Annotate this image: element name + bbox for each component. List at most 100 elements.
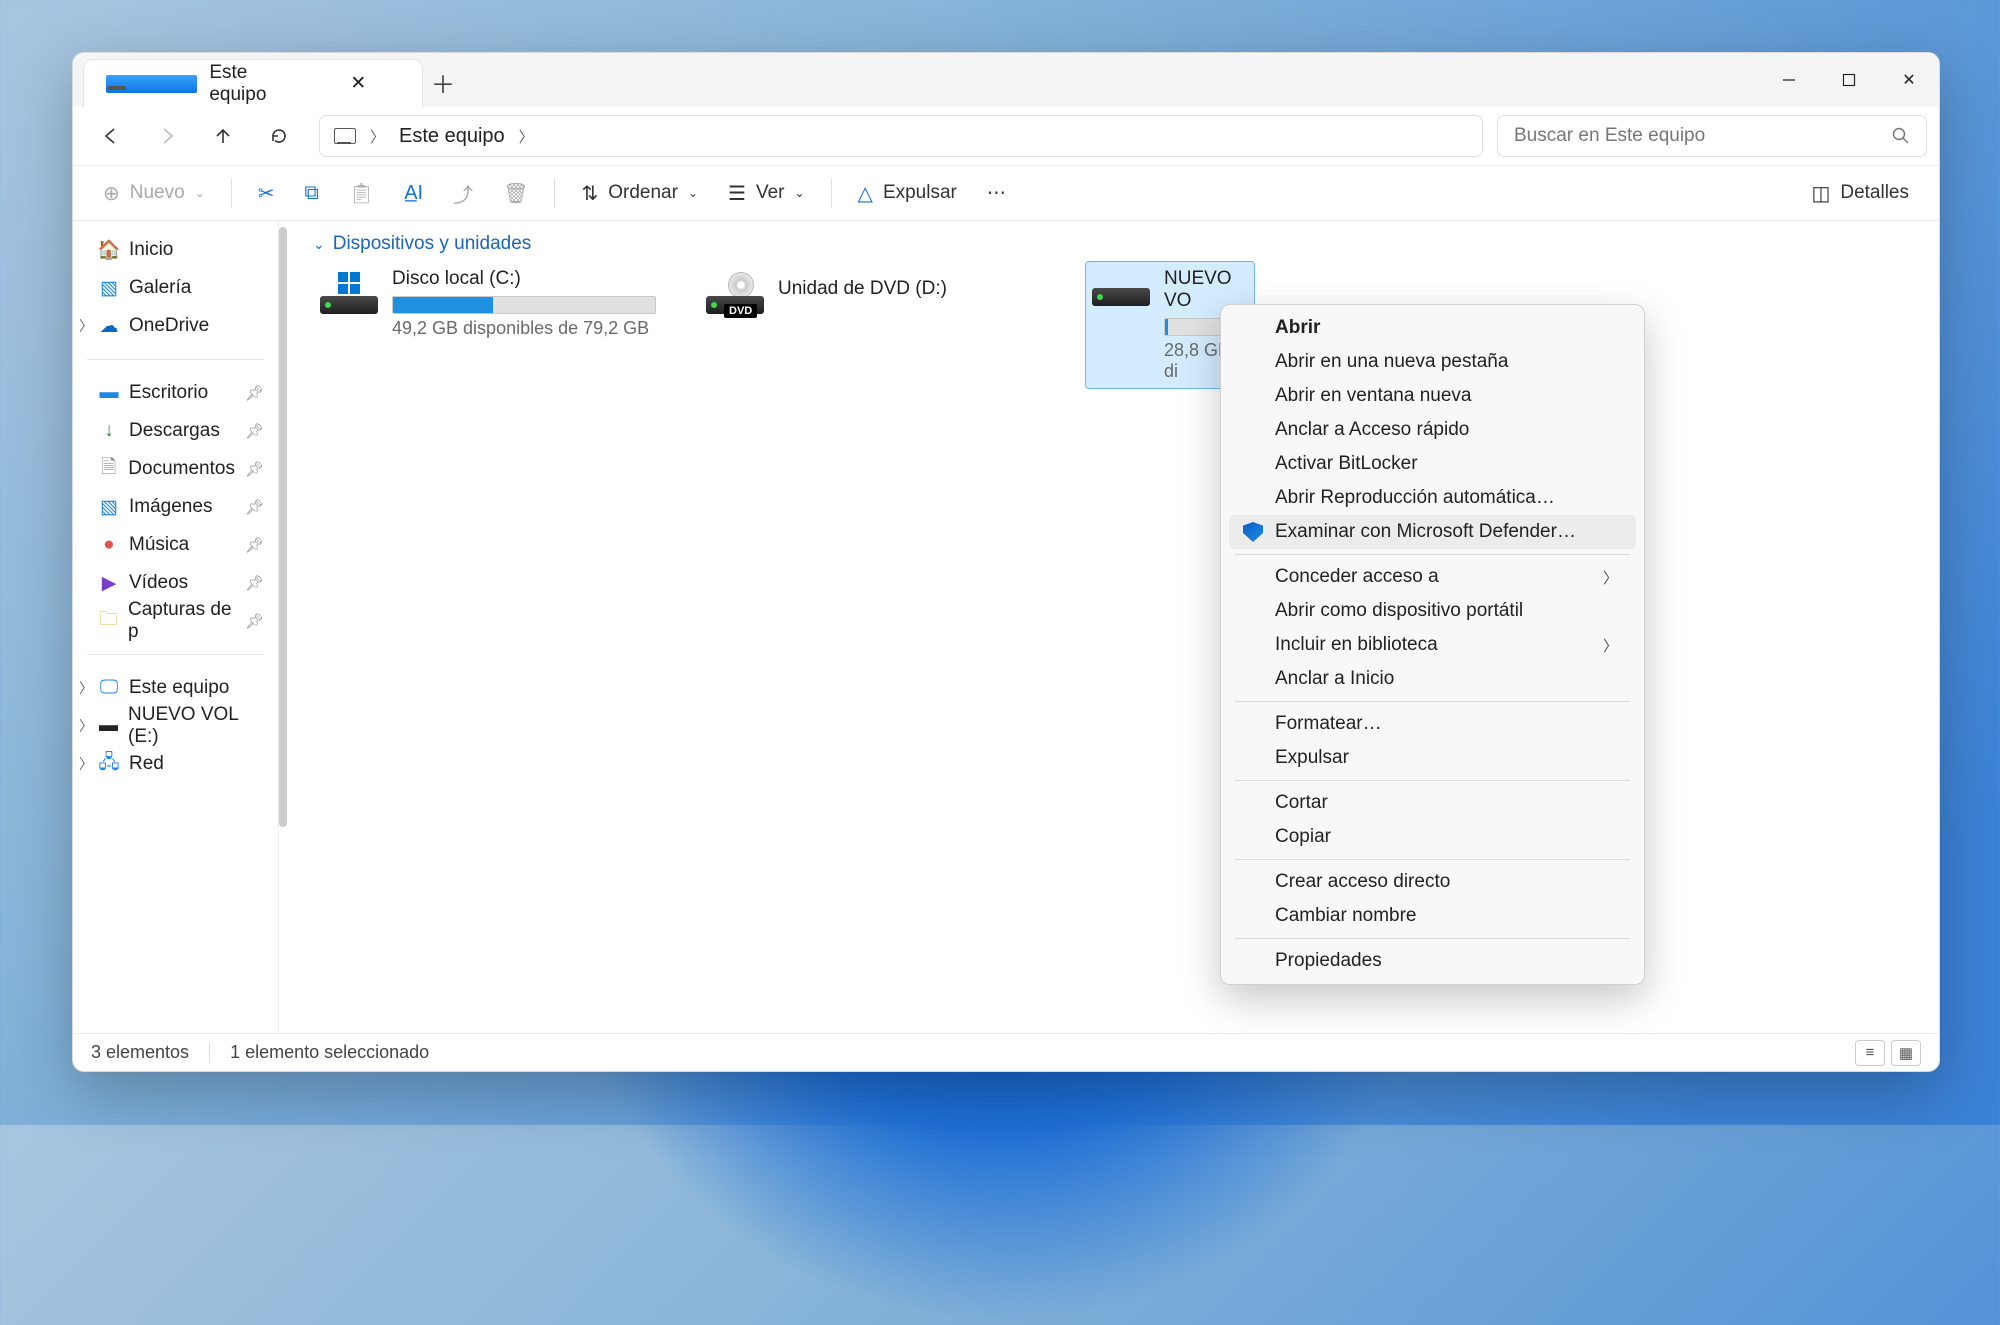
details-pane-icon: ◫ <box>1811 181 1830 206</box>
tab-este-equipo[interactable]: Este equipo ✕ <box>83 59 423 107</box>
chevron-right-icon[interactable]: 〉 <box>370 126 385 147</box>
sidebar-this-pc[interactable]: 〉🖵Este equipo <box>73 669 278 707</box>
ctx-pin-quick[interactable]: Anclar a Acceso rápido <box>1229 413 1636 447</box>
drive-title: Unidad de DVD (D:) <box>778 278 1042 300</box>
video-icon: ▶ <box>99 574 119 592</box>
breadcrumb-location[interactable]: Este equipo <box>399 125 505 148</box>
sidebar-captures[interactable]: 🗀Capturas de p📌︎ <box>73 602 278 640</box>
monitor-icon: 🖵 <box>99 679 119 697</box>
ctx-cut[interactable]: Cortar <box>1229 786 1636 820</box>
sidebar-music[interactable]: ●Música📌︎ <box>73 526 278 564</box>
download-icon: ↓ <box>99 422 119 440</box>
sidebar-desktop[interactable]: ▬Escritorio📌︎ <box>73 374 278 412</box>
drive-d[interactable]: DVD Unidad de DVD (D:) <box>699 261 1049 389</box>
maximize-button[interactable] <box>1819 53 1879 107</box>
sidebar: 🏠Inicio ▧Galería 〉☁OneDrive ▬Escritorio📌… <box>73 221 279 1033</box>
rename-icon: A̲I <box>404 182 423 205</box>
chevron-down-icon: ⌄ <box>313 236 325 253</box>
tab-title: Este equipo <box>209 62 300 106</box>
ctx-pin-start[interactable]: Anclar a Inicio <box>1229 662 1636 696</box>
sidebar-scrollbar[interactable] <box>279 227 287 827</box>
pin-icon: 📌︎ <box>245 498 264 516</box>
sidebar-gallery[interactable]: ▧Galería <box>73 269 278 307</box>
close-tab-icon[interactable]: ✕ <box>313 75 404 93</box>
new-tab-button[interactable]: ＋ <box>423 57 463 107</box>
ctx-grant-access[interactable]: Conceder acceso a〉 <box>1229 560 1636 594</box>
chevron-right-icon[interactable]: 〉 <box>79 316 93 336</box>
ctx-bitlocker[interactable]: Activar BitLocker <box>1229 447 1636 481</box>
sidebar-network[interactable]: 〉🖧Red <box>73 745 278 783</box>
sidebar-pictures[interactable]: ▧Imágenes📌︎ <box>73 488 278 526</box>
list-view-toggle[interactable]: ≡ <box>1855 1040 1885 1066</box>
rename-button[interactable]: A̲I <box>392 173 435 213</box>
chevron-down-icon: ⌄ <box>688 186 698 200</box>
cut-button[interactable]: ✂ <box>246 173 287 213</box>
gallery-icon: ▧ <box>99 279 119 297</box>
close-window-button[interactable]: ✕ <box>1879 53 1939 107</box>
back-button[interactable] <box>85 116 137 156</box>
sort-button[interactable]: ⇅ Ordenar ⌄ <box>569 173 710 213</box>
grid-view-toggle[interactable]: ▦ <box>1891 1040 1921 1066</box>
ctx-eject[interactable]: Expulsar <box>1229 741 1636 775</box>
eject-button[interactable]: △ Expulsar <box>846 173 969 213</box>
up-button[interactable] <box>197 116 249 156</box>
context-menu: Abrir Abrir en una nueva pestaña Abrir e… <box>1220 304 1645 985</box>
folder-icon: 🗀 <box>99 612 118 630</box>
sidebar-onedrive[interactable]: 〉☁OneDrive <box>73 307 278 345</box>
more-button[interactable]: ⋯ <box>975 173 1018 213</box>
ctx-properties[interactable]: Propiedades <box>1229 944 1636 978</box>
chevron-right-icon[interactable]: 〉 <box>79 716 93 736</box>
ctx-library[interactable]: Incluir en biblioteca〉 <box>1229 628 1636 662</box>
sidebar-home[interactable]: 🏠Inicio <box>73 231 278 269</box>
forward-button[interactable] <box>141 116 193 156</box>
view-button[interactable]: ☰ Ver ⌄ <box>716 173 817 213</box>
navigation-bar: 〉 Este equipo 〉 Buscar en Este equipo <box>73 107 1939 165</box>
ctx-open[interactable]: Abrir <box>1229 311 1636 345</box>
monitor-icon <box>334 128 356 144</box>
pin-icon: 📌︎ <box>245 612 264 630</box>
drive-title: Disco local (C:) <box>392 268 656 290</box>
ctx-portable[interactable]: Abrir como dispositivo portátil <box>1229 594 1636 628</box>
chevron-right-icon[interactable]: 〉 <box>79 754 93 774</box>
details-pane-button[interactable]: ◫ Detalles <box>1799 173 1921 213</box>
chevron-right-icon[interactable]: 〉 <box>519 126 534 147</box>
sidebar-downloads[interactable]: ↓Descargas📌︎ <box>73 412 278 450</box>
drive-icon <box>320 272 378 318</box>
drive-icon: ▬ <box>99 717 118 735</box>
status-bar: 3 elementos 1 elemento seleccionado ≡ ▦ <box>73 1033 1939 1071</box>
share-button[interactable]: ⤴ <box>441 173 485 213</box>
toolbar: ⊕ Nuevo ⌄ ✂ ⧉ 📋︎ A̲I ⤴ 🗑︎ ⇅ Ordenar ⌄ ☰ … <box>73 165 1939 221</box>
pin-icon: 📌︎ <box>245 422 264 440</box>
group-header[interactable]: ⌄ Dispositivos y unidades <box>313 233 1917 255</box>
eject-icon: △ <box>858 181 873 206</box>
monitor-icon <box>106 75 197 93</box>
ctx-autoplay[interactable]: Abrir Reproducción automática… <box>1229 481 1636 515</box>
sidebar-documents[interactable]: 🗎Documentos📌︎ <box>73 450 278 488</box>
ctx-open-new-window[interactable]: Abrir en ventana nueva <box>1229 379 1636 413</box>
view-icon: ☰ <box>728 181 746 206</box>
ctx-open-new-tab[interactable]: Abrir en una nueva pestaña <box>1229 345 1636 379</box>
address-bar[interactable]: 〉 Este equipo 〉 <box>319 115 1483 157</box>
ctx-copy[interactable]: Copiar <box>1229 820 1636 854</box>
drive-icon <box>1092 272 1150 318</box>
paste-button[interactable]: 📋︎ <box>337 173 386 213</box>
desktop-icon: ▬ <box>99 384 119 402</box>
ctx-defender[interactable]: Examinar con Microsoft Defender… <box>1229 515 1636 549</box>
copy-button[interactable]: ⧉ <box>293 173 331 213</box>
ctx-rename[interactable]: Cambiar nombre <box>1229 899 1636 933</box>
sidebar-videos[interactable]: ▶Vídeos📌︎ <box>73 564 278 602</box>
delete-button[interactable]: 🗑︎ <box>491 173 540 213</box>
search-input[interactable]: Buscar en Este equipo <box>1497 115 1927 157</box>
drive-c[interactable]: Disco local (C:) 49,2 GB disponibles de … <box>313 261 663 389</box>
chevron-right-icon[interactable]: 〉 <box>79 678 93 698</box>
shield-icon <box>1243 522 1263 542</box>
new-button[interactable]: ⊕ Nuevo ⌄ <box>91 173 217 213</box>
minimize-button[interactable] <box>1759 53 1819 107</box>
refresh-button[interactable] <box>253 116 305 156</box>
search-placeholder: Buscar en Este equipo <box>1514 125 1705 147</box>
pin-icon: 📌︎ <box>245 460 264 478</box>
ctx-shortcut[interactable]: Crear acceso directo <box>1229 865 1636 899</box>
copy-icon: ⧉ <box>305 182 319 205</box>
ctx-format[interactable]: Formatear… <box>1229 707 1636 741</box>
sidebar-new-vol[interactable]: 〉▬NUEVO VOL (E:) <box>73 707 278 745</box>
